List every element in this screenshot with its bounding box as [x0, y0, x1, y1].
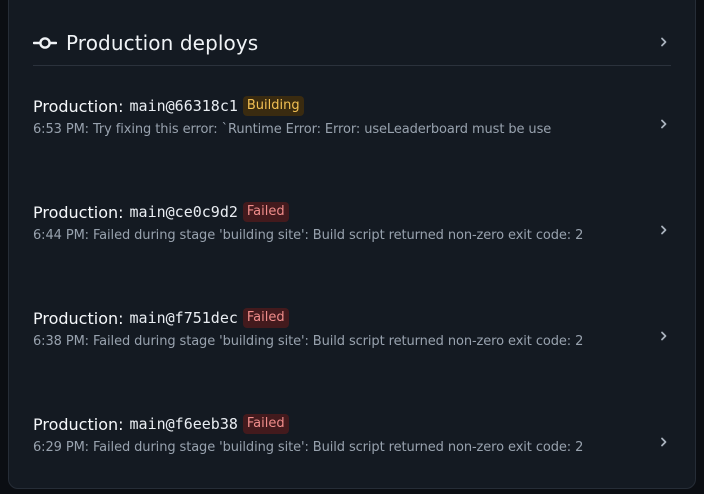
production-deploys-panel: Production deploys Production: main@6631… [8, 0, 696, 489]
deploy-message: 6:29 PM: Failed during stage 'building s… [33, 440, 584, 455]
commit-icon [32, 31, 58, 55]
chevron-right-icon[interactable] [659, 331, 669, 341]
panel-header[interactable]: Production deploys [32, 21, 671, 66]
deploy-title: Production: main@f6eeb38 Failed [33, 412, 289, 436]
deploy-ref: main@ce0c9d2 [129, 203, 238, 221]
chevron-right-icon[interactable] [659, 119, 669, 129]
deploy-row[interactable]: Production: main@66318c1 Building 6:53 P… [33, 94, 671, 164]
deploy-row[interactable]: Production: main@f751dec Failed 6:38 PM:… [33, 306, 671, 376]
page-title: Production deploys [66, 31, 259, 55]
deploy-title: Production: main@66318c1 Building [33, 94, 304, 118]
deploy-env: Production: [33, 308, 124, 328]
deploy-row[interactable]: Production: main@f6eeb38 Failed 6:29 PM:… [33, 412, 671, 482]
status-badge: Failed [242, 308, 289, 328]
deploy-message: 6:38 PM: Failed during stage 'building s… [33, 334, 584, 349]
status-badge: Failed [242, 414, 289, 434]
deploy-title: Production: main@ce0c9d2 Failed [33, 200, 289, 224]
deploy-env: Production: [33, 202, 124, 222]
status-badge: Building [242, 96, 304, 116]
chevron-right-icon[interactable] [659, 437, 669, 447]
deploy-row[interactable]: Production: main@ce0c9d2 Failed 6:44 PM:… [33, 200, 671, 270]
deploy-env: Production: [33, 96, 124, 116]
chevron-right-icon[interactable] [659, 225, 669, 235]
deploy-ref: main@f751dec [129, 309, 238, 327]
status-badge: Failed [242, 202, 289, 222]
deploy-env: Production: [33, 414, 124, 434]
deploy-ref: main@66318c1 [129, 97, 238, 115]
deploy-message: 6:44 PM: Failed during stage 'building s… [33, 228, 584, 243]
chevron-right-icon[interactable] [659, 37, 669, 47]
deploy-ref: main@f6eeb38 [129, 415, 238, 433]
deploy-message: 6:53 PM: Try fixing this error: `Runtime… [33, 122, 552, 137]
deploy-title: Production: main@f751dec Failed [33, 306, 289, 330]
